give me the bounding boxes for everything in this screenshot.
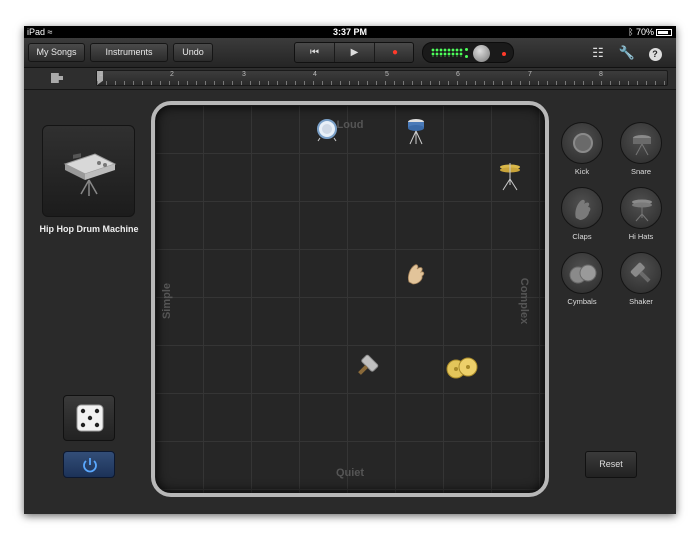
power-button[interactable] <box>63 451 115 478</box>
toolbar: My Songs Instruments Undo ⏮ ▶ ● ☷ 🔧 ? <box>24 38 676 68</box>
pad-label-complex: Complex <box>518 277 531 325</box>
cymbals-icon <box>569 264 597 284</box>
timeline-ruler[interactable]: 1 2 3 4 5 6 7 8 <box>24 68 676 90</box>
rewind-icon: ⏮ <box>310 47 319 58</box>
garageband-screen: iPad ≈ 3:37 PM ᛒ 70% My Songs Instrument… <box>24 26 676 514</box>
bar-number: 3 <box>242 71 246 78</box>
my-songs-button[interactable]: My Songs <box>28 43 85 62</box>
ruler-bar[interactable]: 1 2 3 4 5 6 7 8 <box>96 70 668 86</box>
status-bar: iPad ≈ 3:37 PM ᛒ 70% <box>24 26 676 38</box>
kick-drum-icon <box>573 133 593 153</box>
dice-icon <box>76 404 104 432</box>
record-icon: ● <box>391 47 399 58</box>
level-meter-leds <box>431 48 463 57</box>
loop-icon[interactable] <box>51 73 63 83</box>
clap-icon <box>575 199 591 220</box>
kit-label: Hi Hats <box>628 232 654 241</box>
rewind-button[interactable]: ⏮ <box>295 43 335 62</box>
ruler-ticks <box>97 81 667 85</box>
bluetooth-icon: ᛒ <box>628 27 634 37</box>
clock: 3:37 PM <box>332 27 367 37</box>
master-volume-knob[interactable] <box>473 45 490 62</box>
bar-number: 6 <box>456 71 460 78</box>
reset-button[interactable]: Reset <box>585 451 637 478</box>
cymbals-button[interactable] <box>561 252 603 294</box>
bar-number: 4 <box>313 71 317 78</box>
instrument-thumbnail[interactable] <box>42 125 135 217</box>
kit-label: Cymbals <box>567 297 597 306</box>
kit-label: Shaker <box>629 297 653 306</box>
hi-hat-icon[interactable] <box>499 161 521 196</box>
kit-label: Snare <box>630 167 651 176</box>
bar-number: 2 <box>170 71 174 78</box>
cymbals-icon[interactable] <box>445 356 479 385</box>
input-led-icon <box>465 55 468 58</box>
kit-label: Kick <box>574 167 590 176</box>
shaker-button[interactable] <box>620 252 662 294</box>
bar-number: 5 <box>385 71 389 78</box>
shaker-icon <box>630 262 651 283</box>
instruments-button[interactable]: Instruments <box>90 43 168 62</box>
undo-button[interactable]: Undo <box>173 43 213 62</box>
mixer-icon[interactable]: ☷ <box>589 44 607 62</box>
bar-number: 1 <box>99 71 103 78</box>
hi-hat-icon <box>632 199 652 222</box>
battery-icon <box>656 29 672 36</box>
snare-drum-icon <box>633 135 651 156</box>
bar-number: 8 <box>599 71 603 78</box>
play-button[interactable]: ▶ <box>335 43 375 62</box>
randomize-button[interactable] <box>63 395 115 441</box>
play-icon: ▶ <box>350 47 359 58</box>
pad-label-loud: Loud <box>336 119 364 131</box>
kit-label: Claps <box>572 232 592 241</box>
record-button[interactable]: ● <box>375 43 415 62</box>
battery-status: ᛒ 70% <box>628 26 672 38</box>
claps-button[interactable] <box>561 187 603 229</box>
transport-controls: ⏮ ▶ ● <box>294 42 414 63</box>
snare-button[interactable] <box>620 122 662 164</box>
bar-number: 7 <box>528 71 532 78</box>
clap-icon[interactable] <box>405 262 427 291</box>
snare-drum-icon[interactable] <box>406 117 426 150</box>
instrument-name: Hip Hop Drum Machine <box>39 224 139 234</box>
level-meter <box>422 42 514 63</box>
kick-drum-icon[interactable] <box>315 118 339 147</box>
input-led-icon <box>465 48 468 51</box>
pad-label-simple: Simple <box>161 282 174 320</box>
drum-machine-icon <box>63 153 117 196</box>
wrench-icon[interactable]: 🔧 <box>618 44 636 62</box>
clip-indicator-icon <box>502 52 506 56</box>
pad-label-quiet: Quiet <box>335 467 365 479</box>
shaker-icon[interactable] <box>355 352 381 383</box>
help-icon[interactable]: ? <box>646 44 664 62</box>
kick-button[interactable] <box>561 122 603 164</box>
hi-hats-button[interactable] <box>620 187 662 229</box>
power-icon <box>83 458 97 473</box>
xy-pattern-pad[interactable]: Loud Quiet Simple Complex <box>151 101 549 497</box>
